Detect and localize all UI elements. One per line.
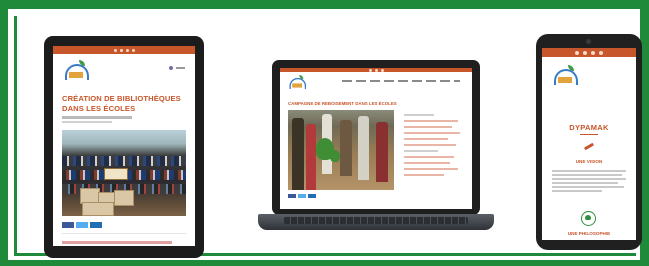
telescope-icon [583,141,595,153]
next-article-link[interactable] [62,241,172,244]
sidebar-link[interactable] [404,126,452,128]
section-philosophy-heading: UNE PHILOSOPHIE [567,231,611,236]
social-icon[interactable] [575,50,579,55]
sidebar-link[interactable] [404,168,458,170]
title-underline [580,134,598,135]
laptop-screen: CAMPAGNE DE REBOISEMENT DANS LES ÉCOLES [280,68,472,209]
laptop-social-bar [280,68,472,72]
facebook-icon[interactable] [62,222,74,228]
sidebar-link[interactable] [404,156,454,158]
brain-icon [581,211,596,226]
sidebar-link[interactable] [404,174,444,176]
tablet-nav [169,66,185,70]
article-meta [62,116,132,119]
social-icon[interactable] [380,68,384,72]
article-title: CRÉATION DE BIBLIOTHÈQUES DANS LES ÉCOLE… [62,94,181,113]
vision-text [552,170,626,194]
social-icon[interactable] [119,48,123,52]
article-meta-line [62,121,112,123]
sidebar-link[interactable] [404,162,450,164]
social-icon[interactable] [131,48,135,52]
linkedin-icon[interactable] [90,222,102,228]
facebook-icon[interactable] [288,194,296,198]
social-icon[interactable] [583,50,587,55]
tablet-device: CRÉATION DE BIBLIOTHÈQUES DANS LES ÉCOLE… [44,36,204,258]
sidebar-link[interactable] [404,144,456,146]
tablet-screen: CRÉATION DE BIBLIOTHÈQUES DANS LES ÉCOLE… [53,46,195,246]
phone-social-bar [542,48,636,57]
camera-icon [586,39,591,44]
brand-title: DYPAMAK [569,123,609,132]
sidebar-heading [404,150,438,152]
laptop-device: CAMPAGNE DE REBOISEMENT DANS LES ÉCOLES [272,60,480,215]
frame-inner-line [14,16,17,256]
twitter-icon[interactable] [298,194,306,198]
linkedin-icon[interactable] [308,194,316,198]
menu-icon[interactable] [176,67,185,69]
site-logo-icon[interactable] [552,65,578,87]
sidebar-link[interactable] [404,132,460,134]
keyboard-keys [284,217,468,224]
divider [62,233,186,234]
social-icon[interactable] [125,48,129,52]
twitter-icon[interactable] [76,222,88,228]
sidebar-link[interactable] [404,138,448,140]
laptop-keyboard [258,214,494,230]
site-logo-icon[interactable] [288,75,307,90]
sidebar [404,114,466,180]
social-icon[interactable] [374,68,378,72]
social-icon[interactable] [113,48,117,52]
share-buttons [288,194,316,198]
language-flag-icon[interactable] [169,66,173,70]
site-logo-icon[interactable] [63,60,89,82]
phone-screen: DYPAMAK UNE VISION UNE PHILOSOPHIE [542,48,636,240]
phone-device: DYPAMAK UNE VISION UNE PHILOSOPHIE [536,34,642,250]
sidebar-link[interactable] [404,120,458,122]
share-buttons [62,222,102,228]
section-vision-heading: UNE VISION [575,159,603,164]
social-icon[interactable] [591,50,595,55]
article-photo [288,110,394,190]
social-icon[interactable] [368,68,372,72]
main-menu[interactable] [342,80,460,82]
social-icon[interactable] [599,50,603,55]
sidebar-heading [404,114,434,116]
tablet-social-bar [53,46,195,54]
article-photo [62,130,186,216]
article-title: CAMPAGNE DE REBOISEMENT DANS LES ÉCOLES [288,101,397,106]
